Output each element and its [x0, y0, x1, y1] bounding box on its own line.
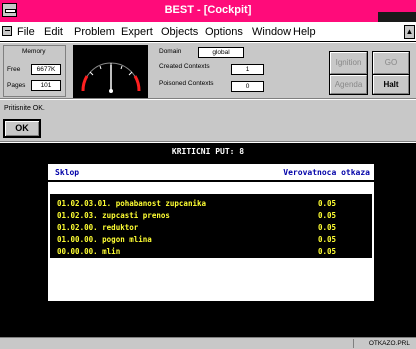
ignition-button[interactable]: Ignition	[329, 51, 368, 75]
pages-field: 101	[31, 80, 61, 91]
table-row[interactable]: 01.00.00. pogon mlina 0.05	[50, 234, 376, 245]
go-button[interactable]: GO	[372, 51, 410, 75]
agenda-button[interactable]: Agenda	[329, 74, 368, 95]
message-area: Pritisnite OK. OK	[0, 100, 416, 142]
part-cell: 01.02.03.01. pohabanost zupcanika	[57, 199, 207, 208]
probability-cell: 0.05	[318, 247, 337, 256]
document-menu-icon[interactable]	[2, 26, 12, 36]
probability-cell: 0.05	[318, 199, 337, 208]
halt-button[interactable]: Halt	[372, 74, 410, 95]
message-text: Pritisnite OK.	[4, 105, 45, 112]
menu-help[interactable]: Help	[293, 26, 316, 38]
part-cell: 01.02.00. reduktor	[57, 223, 139, 232]
free-memory-field: 6677K	[31, 64, 61, 75]
restore-icon[interactable]: ▲	[404, 25, 415, 39]
created-contexts-label: Created Contexts	[159, 63, 210, 70]
menu-bar: File Edit Problem Expert Objects Options…	[0, 22, 416, 42]
probability-cell: 0.05	[318, 211, 337, 220]
status-bar: OTKAZO.PRL	[0, 337, 416, 349]
probability-cell: 0.05	[318, 223, 337, 232]
status-separator	[353, 339, 354, 348]
ok-button[interactable]: OK	[3, 119, 41, 138]
cockpit-panel: Memory Free 6677K Pages 101 Domain globa…	[0, 43, 416, 99]
column-header-part: Sklop	[55, 168, 80, 177]
table-header: Sklop Verovatnoca otkaza	[48, 164, 374, 182]
free-label: Free	[7, 66, 21, 73]
menu-window[interactable]: Window	[252, 26, 291, 38]
title-bar: BEST - [Cockpit]	[0, 0, 416, 22]
poisoned-contexts-field: 0	[231, 81, 264, 92]
critical-path-heading: KRITICNI PUT: 8	[171, 147, 245, 156]
menu-file[interactable]: File	[17, 26, 35, 38]
memory-label: Memory	[22, 48, 46, 55]
title-bar-strip	[378, 12, 416, 22]
status-filename: OTKAZO.PRL	[368, 340, 410, 347]
column-header-probability: Verovatnoca otkaza	[283, 168, 370, 177]
poisoned-contexts-label: Poisoned Contexts	[159, 80, 214, 87]
menu-options[interactable]: Options	[205, 26, 243, 38]
critical-path-table: Sklop Verovatnoca otkaza 01.02.03.01. po…	[48, 164, 374, 301]
probability-cell: 0.05	[318, 235, 337, 244]
domain-field: global	[198, 47, 244, 58]
part-cell: 01.02.03. zupcasti prenos	[57, 211, 170, 220]
table-body: 01.02.03.01. pohabanost zupcanika 0.05 0…	[48, 192, 374, 260]
table-row[interactable]: 01.02.03.01. pohabanost zupcanika 0.05	[50, 198, 376, 209]
part-cell: 00.00.00. mlin	[57, 247, 121, 256]
pages-label: Pages	[7, 82, 26, 89]
table-row[interactable]: 01.02.00. reduktor 0.05	[50, 222, 376, 233]
menu-objects[interactable]: Objects	[161, 26, 198, 38]
table-row[interactable]: 00.00.00. mlin 0.05	[50, 246, 376, 257]
part-cell: 01.00.00. pogon mlina	[57, 235, 152, 244]
window-title: BEST - [Cockpit]	[164, 4, 252, 16]
table-row[interactable]: 01.02.03. zupcasti prenos 0.05	[50, 210, 376, 221]
menu-edit[interactable]: Edit	[44, 26, 63, 38]
menu-problem[interactable]: Problem	[74, 26, 115, 38]
gauge-meter	[73, 45, 148, 98]
result-pane: KRITICNI PUT: 8 Sklop Verovatnoca otkaza…	[0, 143, 416, 337]
created-contexts-field: 1	[231, 64, 264, 75]
menu-expert[interactable]: Expert	[121, 26, 153, 38]
domain-label: Domain	[159, 48, 182, 55]
memory-group: Memory Free 6677K Pages 101	[3, 45, 66, 97]
